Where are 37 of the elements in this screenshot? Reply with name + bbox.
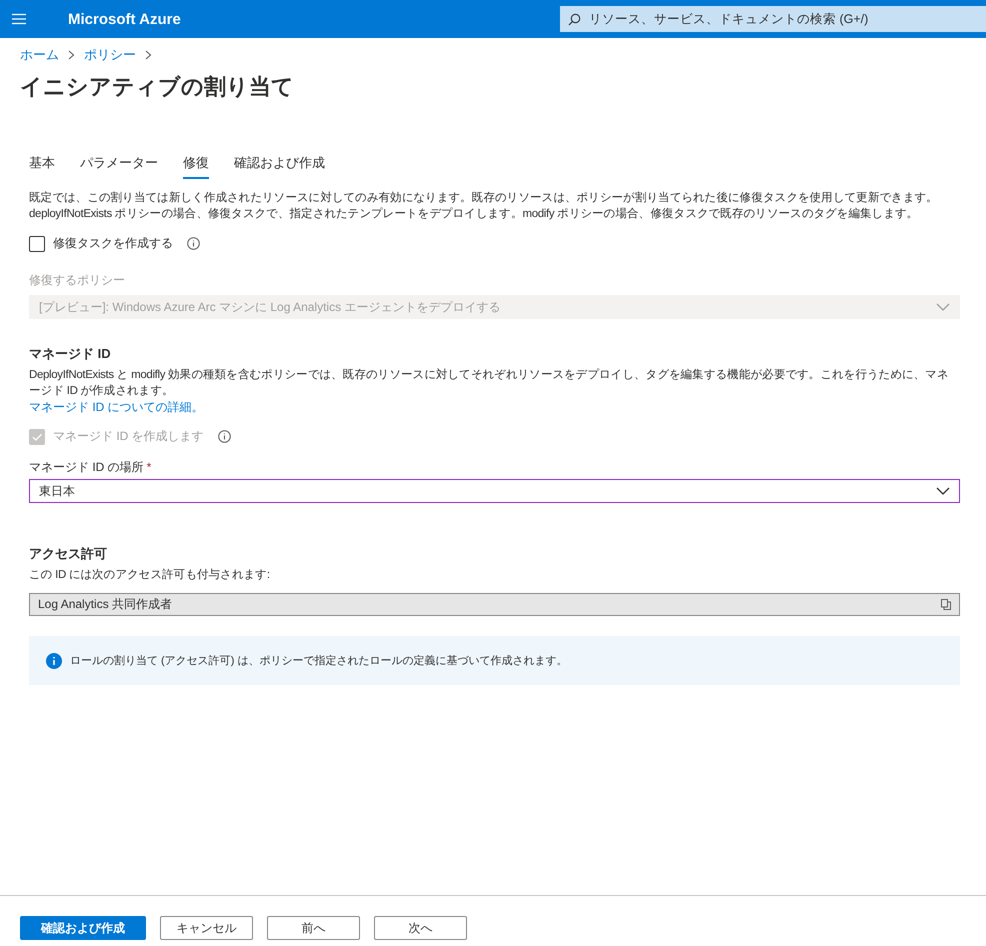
tab[interactable]: 確認および作成 bbox=[234, 152, 325, 179]
checkbox-label: マネージド ID を作成します bbox=[53, 428, 204, 445]
checkbox[interactable] bbox=[29, 236, 45, 252]
tab[interactable]: 基本 bbox=[29, 152, 55, 179]
checkbox-label: 修復タスクを作成する bbox=[53, 235, 173, 252]
breadcrumb-link[interactable]: ホーム bbox=[20, 46, 59, 64]
search-field[interactable]: リソース、サービス、ドキュメントの検索 (G+/) bbox=[560, 6, 986, 32]
copy-icon[interactable] bbox=[941, 599, 951, 610]
search-icon bbox=[568, 12, 581, 26]
chevron-down-icon bbox=[936, 487, 950, 495]
role-field: Log Analytics 共同作成者 bbox=[29, 593, 960, 616]
location-dropdown[interactable]: 東日本 bbox=[29, 479, 960, 503]
section-heading: マネージド ID bbox=[29, 345, 112, 363]
chevron-right-icon bbox=[68, 50, 75, 60]
page-title: イニシアティブの割り当て bbox=[20, 73, 295, 101]
field-label: 修復するポリシー bbox=[29, 272, 126, 289]
review-create-button[interactable]: 確認および作成 bbox=[20, 916, 146, 940]
section-heading: アクセス許可 bbox=[29, 545, 108, 563]
chevron-down-icon bbox=[936, 303, 950, 311]
tab[interactable]: 修復 bbox=[183, 152, 209, 179]
info-text: ロールの割り当て (アクセス許可) は、ポリシーで指定されたロールの定義に基づいて作成されます。 bbox=[70, 654, 568, 668]
description-text: この ID には次のアクセス許可も付与されます: bbox=[29, 568, 271, 583]
description-text: 既定では、この割り当ては新しく作成されたリソースに対してのみ有効になります。既存のリソースは、ポリシーが割り当てられた後に修復タスクを使用して更新できます。deployIfNotExists ポリシーの場合、修復タスクで、指定されたテンプレートをデプロイします。modify ポリシーの場合、修復タスクで既存のリソースのタグを編集します。 bbox=[29, 190, 939, 222]
field-label: マネージド ID の場所 bbox=[29, 460, 144, 474]
breadcrumb-link[interactable]: ポリシー bbox=[84, 46, 136, 64]
footer-button[interactable]: 次へ bbox=[374, 916, 467, 940]
learn-more-link[interactable]: マネージド ID についての詳細。 bbox=[29, 399, 204, 415]
footer-button[interactable]: 前へ bbox=[267, 916, 360, 940]
brand-title: Microsoft Azure bbox=[68, 10, 182, 28]
chevron-right-icon bbox=[145, 50, 152, 60]
footer-button[interactable]: キャンセル bbox=[160, 916, 253, 940]
info-icon bbox=[46, 652, 62, 668]
tab[interactable]: パラメーター bbox=[80, 152, 158, 179]
required-mark: * bbox=[146, 460, 152, 474]
description-text: DeployIfNotExists と modifly 効果の種類を含むポリシーでは、既存のリソースに対してそれぞれリソースをデプロイし、タグを編集する機能が必要です。これを行うために、マネージド ID が作成されます。 bbox=[29, 367, 950, 399]
info-icon bbox=[187, 237, 200, 250]
info-icon bbox=[218, 430, 231, 443]
